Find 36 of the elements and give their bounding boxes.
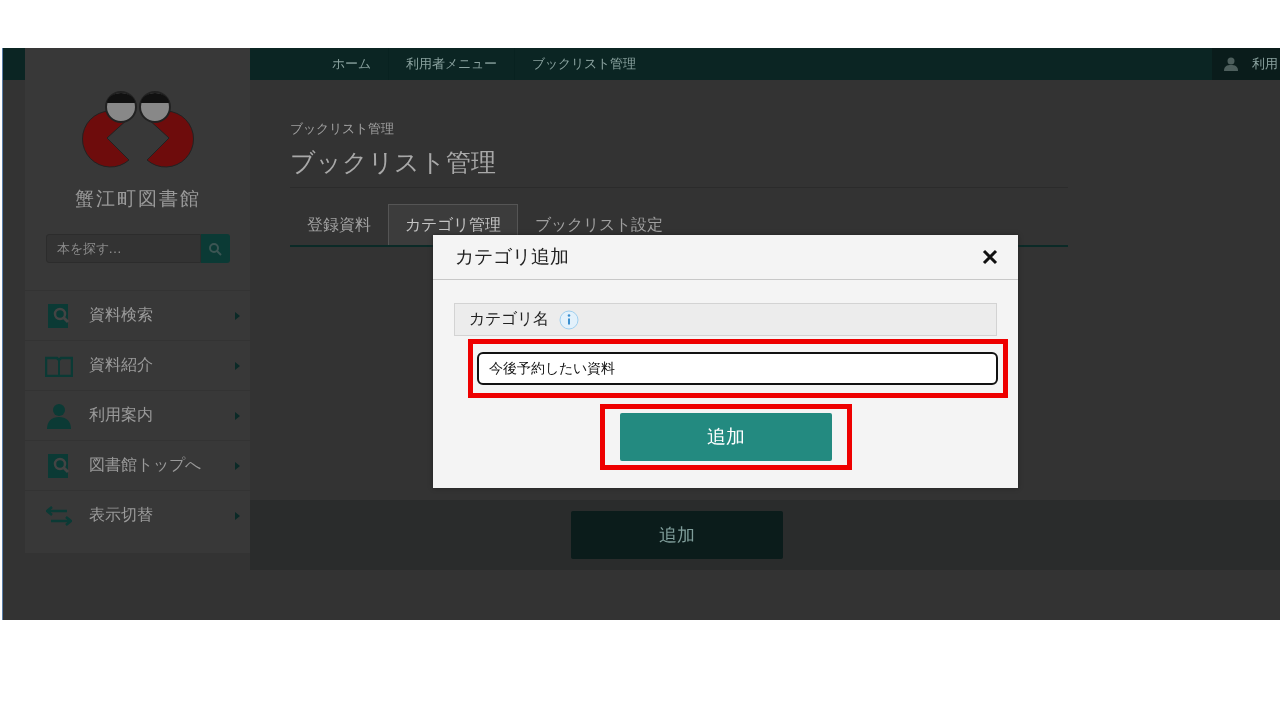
caret-icon (235, 461, 240, 470)
person-icon (46, 402, 72, 429)
sidebar-menu-item[interactable]: 利用案内 (25, 390, 250, 440)
search-button[interactable] (200, 234, 230, 263)
add-button[interactable]: 追加 (619, 413, 832, 461)
search-field[interactable]: 本を探す… (45, 234, 201, 263)
caret-icon (235, 361, 240, 370)
add-button[interactable]: 追加 (571, 511, 783, 559)
tab[interactable]: 登録資料 (290, 204, 388, 245)
page-title: ブックリスト管理 (290, 146, 1068, 188)
book-search-icon (46, 302, 72, 329)
field-label: カテゴリ名 (469, 309, 549, 330)
book-search-icon (46, 452, 72, 479)
sidebar-menu-item[interactable]: 表示切替 (25, 490, 250, 540)
top-bar (3, 48, 25, 80)
tab[interactable]: ブックリスト設定 (518, 204, 680, 245)
breadcrumb-link[interactable]: ブックリスト管理 (514, 48, 653, 80)
breadcrumb-link[interactable]: ホーム (315, 48, 388, 80)
library-name: 蟹江町図書館 (74, 186, 201, 211)
open-book-icon (45, 354, 73, 377)
caret-icon (235, 411, 240, 420)
sidebar-menu-item[interactable]: 資料紹介 (25, 340, 250, 390)
search-icon (208, 241, 222, 256)
user-icon (1224, 57, 1238, 71)
page-breadcrumb: ブックリスト管理 (290, 120, 395, 138)
close-icon (982, 249, 998, 265)
sidebar-menu-item[interactable]: 図書館トップへ (25, 440, 250, 490)
category-name-field[interactable]: 今後予約したい資料 (477, 352, 998, 385)
caret-icon (235, 311, 240, 320)
info-icon[interactable] (559, 309, 579, 330)
caret-icon (235, 511, 240, 520)
breadcrumb-link[interactable]: 利用者メニュー (388, 48, 514, 80)
sidebar-menu-item[interactable]: 資料検索 (25, 290, 250, 340)
close-button[interactable] (982, 249, 998, 265)
dialog-title: カテゴリ追加 (455, 244, 569, 269)
swap-arrows-icon (46, 504, 72, 527)
